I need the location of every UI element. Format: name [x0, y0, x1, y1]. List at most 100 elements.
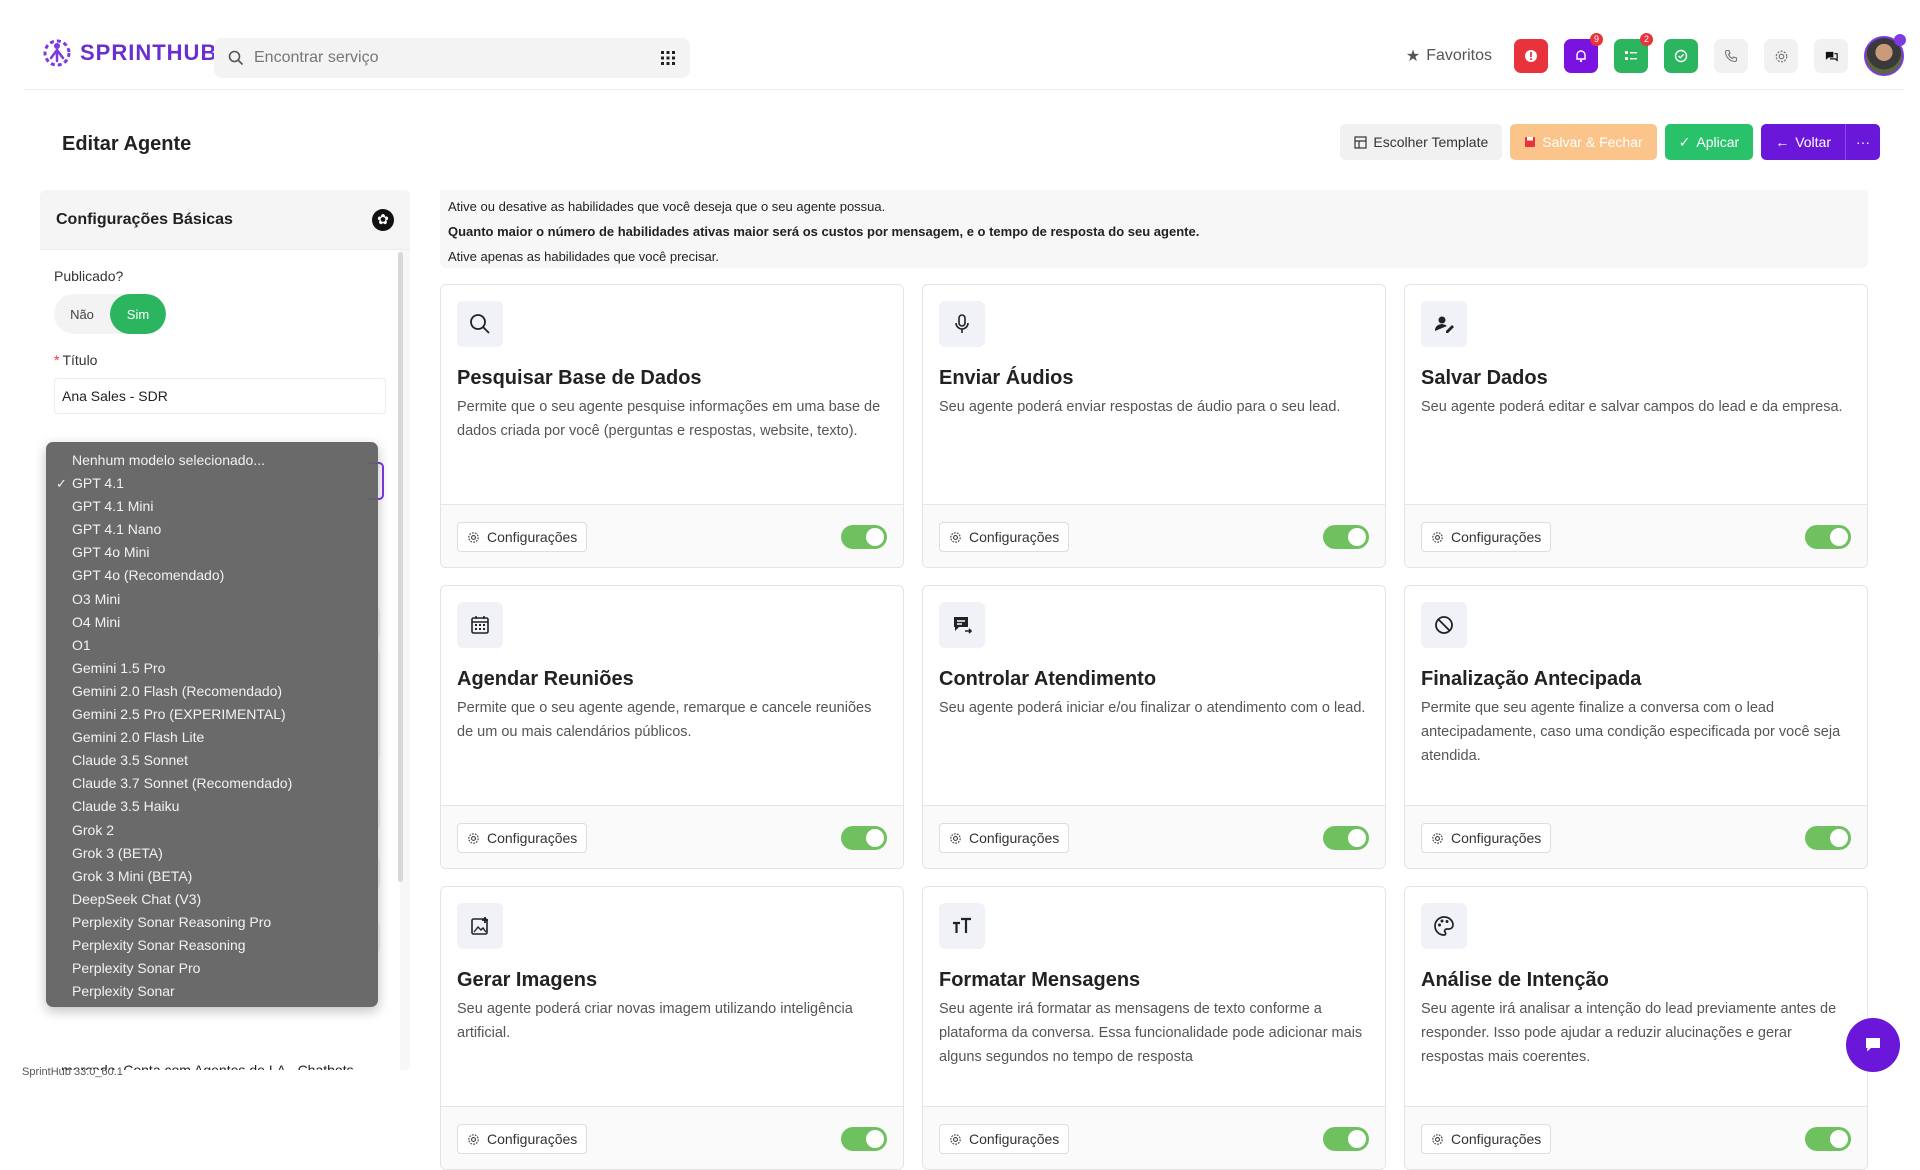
- published-no-option[interactable]: Não: [54, 294, 110, 334]
- model-option[interactable]: Gemini 2.0 Flash Lite: [46, 726, 378, 749]
- user-avatar[interactable]: [1864, 34, 1906, 76]
- skill-config-button[interactable]: Configurações: [457, 522, 588, 552]
- skill-config-button[interactable]: Configurações: [939, 1124, 1070, 1154]
- more-options-button[interactable]: ···: [1845, 124, 1880, 160]
- model-option[interactable]: Claude 3.5 Haiku: [46, 795, 378, 818]
- skill-toggle[interactable]: [1323, 826, 1369, 850]
- logo[interactable]: SPRINTHUB: [40, 36, 217, 70]
- save-close-button[interactable]: Salvar & Fechar: [1510, 124, 1657, 160]
- model-option[interactable]: Perplexity Sonar Reasoning: [46, 934, 378, 957]
- settings-gear-icon[interactable]: ✿: [372, 208, 394, 231]
- skill-config-button[interactable]: Configurações: [457, 823, 588, 853]
- model-option-label: Grok 3 Mini (BETA): [72, 867, 193, 884]
- chat-button[interactable]: [1814, 39, 1848, 73]
- skill-title: Pesquisar Base de Dados: [457, 367, 702, 389]
- apply-button[interactable]: ✓ Aplicar: [1664, 124, 1754, 160]
- model-option[interactable]: Perplexity Sonar Reasoning Pro: [46, 911, 378, 934]
- model-option[interactable]: Gemini 2.0 Flash (Recomendado): [46, 680, 378, 703]
- chat-bubble-icon: [1863, 1035, 1883, 1055]
- microphone-icon: [939, 301, 985, 347]
- published-yes-option[interactable]: Sim: [110, 294, 166, 334]
- model-option[interactable]: GPT 4.1 Mini: [46, 495, 378, 518]
- skill-description: Seu agente irá analisar a intenção do le…: [1421, 1001, 1837, 1065]
- skill-toggle[interactable]: [841, 525, 887, 549]
- model-option[interactable]: DeepSeek Chat (V3): [46, 888, 378, 911]
- user-edit-icon: [1421, 301, 1467, 347]
- top-bar: SPRINTHUB Encontrar serviço ★ Favoritos …: [24, 26, 1906, 90]
- skill-toggle[interactable]: [841, 826, 887, 850]
- model-dropdown-menu[interactable]: Nenhum modelo selecionado... ✓ GPT 4.1 GPT …: [46, 442, 378, 1007]
- model-option[interactable]: Perplexity Sonar Pro: [46, 957, 378, 980]
- skill-config-button[interactable]: Configurações: [939, 522, 1070, 552]
- skill-toggle[interactable]: [1805, 1127, 1851, 1151]
- back-button[interactable]: ← Voltar: [1761, 124, 1845, 160]
- model-option[interactable]: GPT 4.1 Nano: [46, 518, 378, 541]
- search-icon: [228, 50, 244, 66]
- phone-button[interactable]: [1714, 39, 1748, 73]
- notice-bold-text: Quanto maior o número de habilidades ati…: [448, 224, 1200, 239]
- skill-toggle[interactable]: [1805, 525, 1851, 549]
- choose-template-label: Escolher Template: [1373, 134, 1489, 150]
- apps-grid-icon[interactable]: [660, 50, 676, 66]
- model-option[interactable]: Claude 3.7 Sonnet (Recomendado): [46, 772, 378, 795]
- tasks-button[interactable]: 2: [1614, 33, 1653, 73]
- skill-config-button[interactable]: Configurações: [1421, 823, 1552, 853]
- skill-config-button[interactable]: Configurações: [939, 823, 1070, 853]
- gear-icon: [1774, 49, 1789, 64]
- skill-toggle[interactable]: [1805, 826, 1851, 850]
- model-option[interactable]: Grok 3 (BETA): [46, 842, 378, 865]
- skill-config-button[interactable]: Configurações: [457, 1124, 588, 1154]
- title-input[interactable]: Ana Sales - SDR: [54, 378, 386, 414]
- skill-card: Finalização Antecipada Permite que seu ag…: [1404, 585, 1868, 869]
- model-option[interactable]: Grok 2: [46, 819, 378, 842]
- model-option-label: GPT 4o Mini: [72, 544, 150, 561]
- model-option-label: DeepSeek Chat (V3): [72, 890, 202, 907]
- favorites-button[interactable]: ★ Favoritos: [1406, 46, 1492, 66]
- skill-toggle[interactable]: [841, 1127, 887, 1151]
- model-option[interactable]: GPT 4o Mini: [46, 541, 378, 564]
- gear-icon: [949, 1133, 962, 1146]
- gear-icon: [1431, 1133, 1444, 1146]
- model-option[interactable]: O3 Mini: [46, 588, 378, 611]
- model-option[interactable]: O1: [46, 634, 378, 657]
- skill-toggle[interactable]: [1323, 525, 1369, 549]
- choose-template-button[interactable]: Escolher Template: [1340, 124, 1503, 160]
- skill-config-button[interactable]: Configurações: [1421, 1124, 1552, 1154]
- skill-config-label: Configurações: [487, 1131, 578, 1147]
- model-option[interactable]: Grok 3 Mini (BETA): [46, 865, 378, 888]
- check-button[interactable]: [1664, 39, 1698, 73]
- model-option[interactable]: ✓ GPT 4.1: [46, 472, 378, 495]
- search-input[interactable]: Encontrar serviço: [254, 49, 379, 67]
- search-bar[interactable]: Encontrar serviço: [214, 38, 690, 78]
- notifications-button[interactable]: 9: [1564, 33, 1603, 73]
- published-toggle[interactable]: Não Sim: [54, 294, 166, 334]
- model-option[interactable]: Nenhum modelo selecionado...: [46, 449, 378, 472]
- alert-button[interactable]: [1514, 39, 1548, 73]
- model-option-label: Perplexity Sonar Pro: [72, 960, 201, 977]
- model-option-label: Perplexity Sonar: [72, 983, 175, 1000]
- model-option-label: Nenhum modelo selecionado...: [72, 452, 266, 468]
- model-option[interactable]: Gemini 2.5 Pro (EXPERIMENTAL): [46, 703, 378, 726]
- skill-card-footer: Configurações: [923, 805, 1385, 868]
- selected-check-icon: ✓: [56, 476, 67, 492]
- model-option-label: Gemini 1.5 Pro: [72, 659, 166, 676]
- skill-toggle[interactable]: [1323, 1127, 1369, 1151]
- notifications-badge: 9: [1590, 33, 1603, 46]
- model-option[interactable]: Claude 3.5 Sonnet: [46, 749, 378, 772]
- check-icon: ✓: [1678, 133, 1691, 150]
- model-option[interactable]: Perplexity Sonar: [46, 980, 378, 1003]
- model-option-label: Gemini 2.0 Flash (Recomendado): [72, 682, 283, 699]
- settings-button[interactable]: [1764, 39, 1798, 73]
- left-panel-scrollbar[interactable]: [398, 252, 403, 882]
- chat-bubbles-icon: [1824, 49, 1839, 64]
- skills-notice: Ative ou desative as habilidades que voc…: [440, 190, 1868, 268]
- model-option[interactable]: O4 Mini: [46, 611, 378, 634]
- template-icon: [1354, 135, 1367, 149]
- skill-config-label: Configurações: [487, 830, 578, 846]
- skill-title: Controlar Atendimento: [939, 668, 1157, 690]
- skill-config-button[interactable]: Configurações: [1421, 522, 1552, 552]
- apply-label: Aplicar: [1696, 134, 1740, 150]
- model-option[interactable]: GPT 4o (Recomendado): [46, 564, 378, 587]
- model-option[interactable]: Gemini 1.5 Pro: [46, 657, 378, 680]
- chat-support-button[interactable]: [1846, 1018, 1900, 1072]
